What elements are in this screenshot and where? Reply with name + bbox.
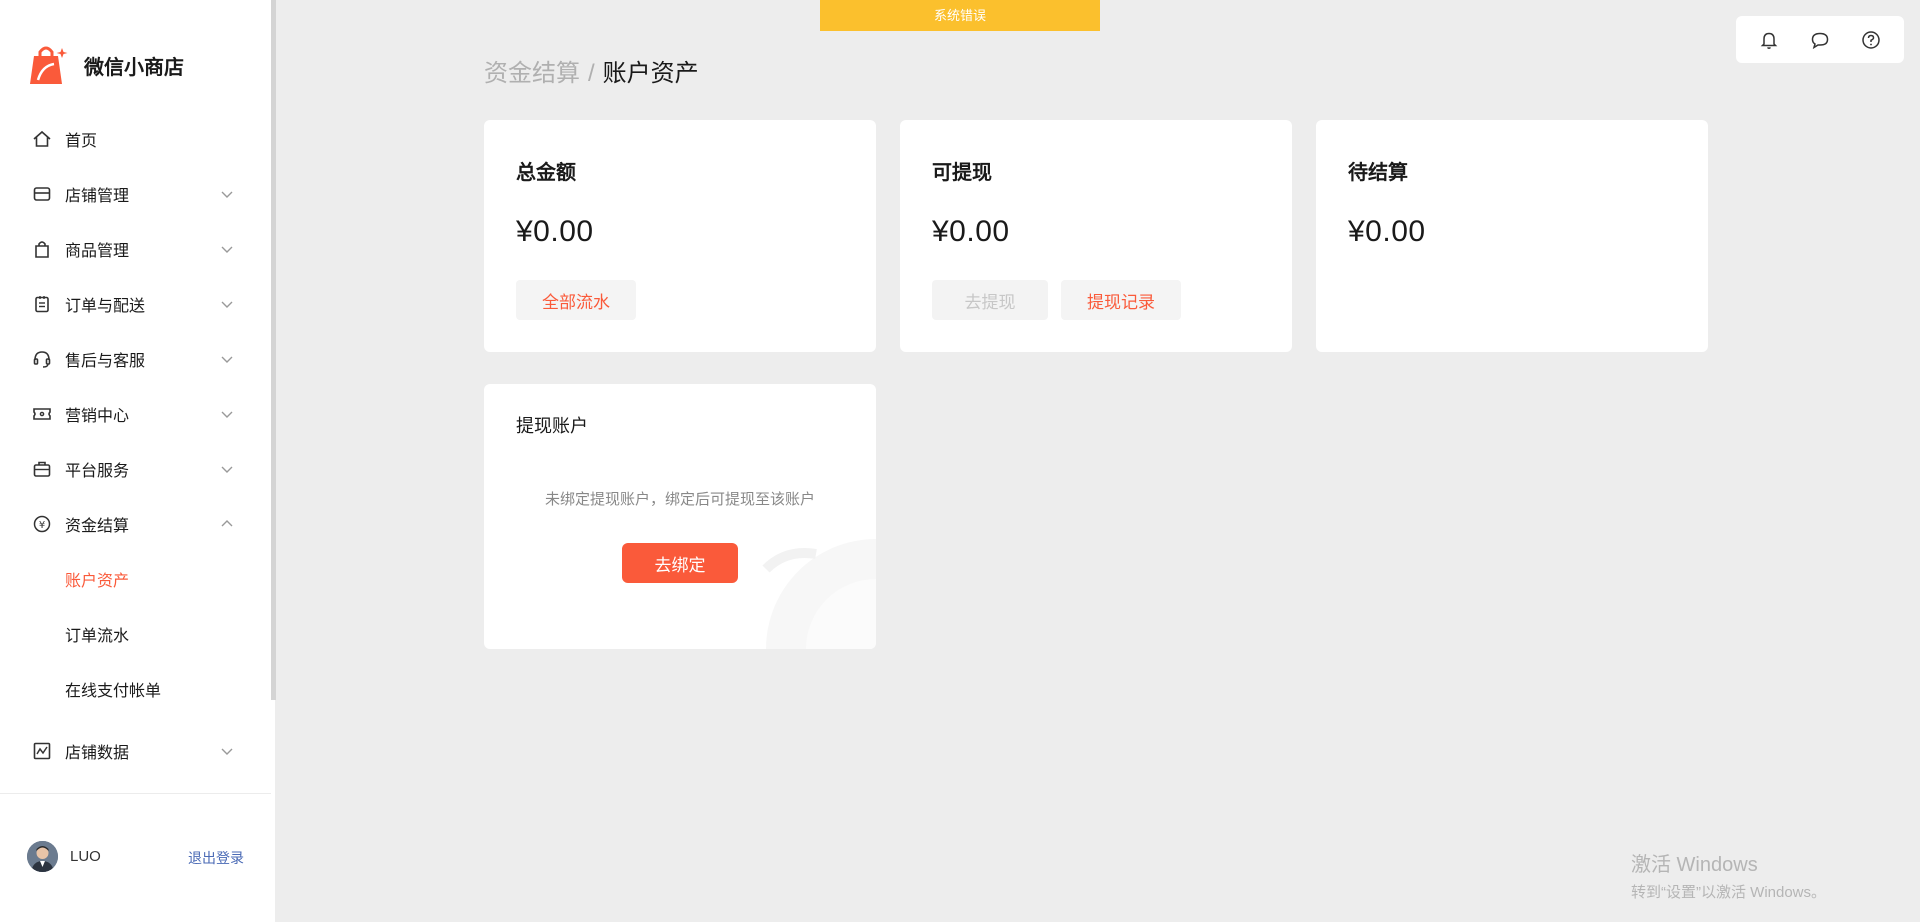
chevron-down-icon xyxy=(221,191,233,198)
card-title: 待结算 xyxy=(1348,162,1408,184)
sidebar-item-store-data[interactable]: 店铺数据 xyxy=(0,723,271,778)
chevron-down-icon xyxy=(221,356,233,363)
pending-settlement-card: 待结算 ¥0.00 xyxy=(1316,120,1708,352)
sidebar-item-label: 平台服务 xyxy=(65,462,130,480)
sidebar-subitem-order-flow[interactable]: 订单流水 xyxy=(0,606,271,661)
sidebar-item-label: 店铺数据 xyxy=(65,744,130,762)
chat-icon xyxy=(1811,32,1829,49)
withdrawal-records-button[interactable]: 提现记录 xyxy=(1061,280,1181,320)
avatar[interactable] xyxy=(27,841,58,872)
home-icon xyxy=(31,128,53,150)
total-amount-card: 总金额 ¥0.00 全部流水 xyxy=(484,120,876,352)
chevron-up-icon xyxy=(221,520,233,527)
sidebar-subitem-account-assets[interactable]: 账户资产 xyxy=(0,551,271,606)
sidebar-item-label: 订单与配送 xyxy=(65,297,146,315)
withdrawal-account-card: 提现账户 未绑定提现账户，绑定后可提现至该账户 去绑定 xyxy=(484,384,876,649)
chevron-down-icon xyxy=(221,301,233,308)
sidebar: 微信小商店 首页 店铺管理 商品管理 订单与配送 售后与客服 营销中心 平台服务… xyxy=(0,0,275,922)
withdrawable-amount-value: ¥0.00 xyxy=(932,215,1010,248)
card-title: 提现账户 xyxy=(516,416,588,436)
chevron-down-icon xyxy=(221,466,233,473)
brand[interactable]: 微信小商店 xyxy=(28,44,184,86)
sidebar-item-label: 资金结算 xyxy=(65,517,130,535)
chart-icon xyxy=(31,740,53,762)
bind-account-button[interactable]: 去绑定 xyxy=(622,543,738,583)
sidebar-nav: 首页 店铺管理 商品管理 订单与配送 售后与客服 营销中心 平台服务 ¥ 资金结… xyxy=(0,111,271,778)
app-name: 微信小商店 xyxy=(84,56,184,79)
sidebar-item-label: 商品管理 xyxy=(65,242,130,260)
sidebar-item-label: 首页 xyxy=(65,132,98,150)
headset-icon xyxy=(31,348,53,370)
withdrawable-card: 可提现 ¥0.00 去提现 提现记录 xyxy=(900,120,1292,352)
total-amount-value: ¥0.00 xyxy=(516,215,594,248)
sidebar-scrollbar[interactable] xyxy=(271,0,276,700)
shopping-bag-icon xyxy=(31,238,53,260)
page-title: 账户资产 xyxy=(602,60,699,87)
unbound-account-hint: 未绑定提现账户，绑定后可提现至该账户 xyxy=(544,491,815,508)
chevron-down-icon xyxy=(221,748,233,755)
breadcrumb-separator: / xyxy=(588,60,595,87)
user-name: LUO xyxy=(70,848,101,865)
pending-amount-value: ¥0.00 xyxy=(1348,215,1426,248)
top-toolbar xyxy=(1736,16,1904,63)
sidebar-item-store[interactable]: 店铺管理 xyxy=(0,166,271,221)
sidebar-item-platform-services[interactable]: 平台服务 xyxy=(0,441,271,496)
watermark-title: 激活 Windows xyxy=(1631,854,1758,876)
clipboard-icon xyxy=(31,293,53,315)
sidebar-item-fund-settlement[interactable]: ¥ 资金结算 xyxy=(0,496,271,551)
sidebar-item-marketing[interactable]: 营销中心 xyxy=(0,386,271,441)
sidebar-item-home[interactable]: 首页 xyxy=(0,111,271,166)
system-error-banner: 系统错误 xyxy=(820,0,1100,31)
bell-icon xyxy=(1761,32,1778,49)
windows-activation-watermark: 激活 Windows 转到“设置”以激活 Windows。 xyxy=(1631,848,1826,902)
sidebar-item-label: 售后与客服 xyxy=(65,352,146,370)
sidebar-item-orders[interactable]: 订单与配送 xyxy=(0,276,271,331)
yen-circle-icon: ¥ xyxy=(31,513,53,535)
store-icon xyxy=(31,183,53,205)
sidebar-divider xyxy=(0,793,271,794)
briefcase-icon xyxy=(31,458,53,480)
sidebar-subitem-online-payment-bill[interactable]: 在线支付帐单 xyxy=(0,661,271,716)
card-title: 可提现 xyxy=(932,162,992,184)
logout-link[interactable]: 退出登录 xyxy=(188,848,244,868)
svg-text:¥: ¥ xyxy=(39,520,45,531)
watermark-subtitle: 转到“设置”以激活 Windows。 xyxy=(1631,884,1827,901)
shop-bag-logo-icon xyxy=(30,46,68,84)
messages-button[interactable] xyxy=(1806,26,1834,54)
sidebar-item-aftersales[interactable]: 售后与客服 xyxy=(0,331,271,386)
chevron-down-icon xyxy=(221,246,233,253)
withdraw-button[interactable]: 去提现 xyxy=(932,280,1048,320)
all-transactions-button[interactable]: 全部流水 xyxy=(516,280,636,320)
help-icon xyxy=(1861,30,1880,49)
notifications-button[interactable] xyxy=(1755,26,1783,54)
card-title: 总金额 xyxy=(516,162,576,184)
user-info: LUO xyxy=(27,841,101,872)
breadcrumb: 资金结算 / 账户资产 xyxy=(484,53,699,88)
sidebar-item-label: 营销中心 xyxy=(65,407,130,425)
breadcrumb-parent[interactable]: 资金结算 xyxy=(484,60,580,87)
sidebar-item-products[interactable]: 商品管理 xyxy=(0,221,271,276)
chevron-down-icon xyxy=(221,411,233,418)
help-button[interactable] xyxy=(1857,26,1885,54)
ticket-icon xyxy=(31,403,53,425)
sidebar-item-label: 店铺管理 xyxy=(65,187,130,205)
